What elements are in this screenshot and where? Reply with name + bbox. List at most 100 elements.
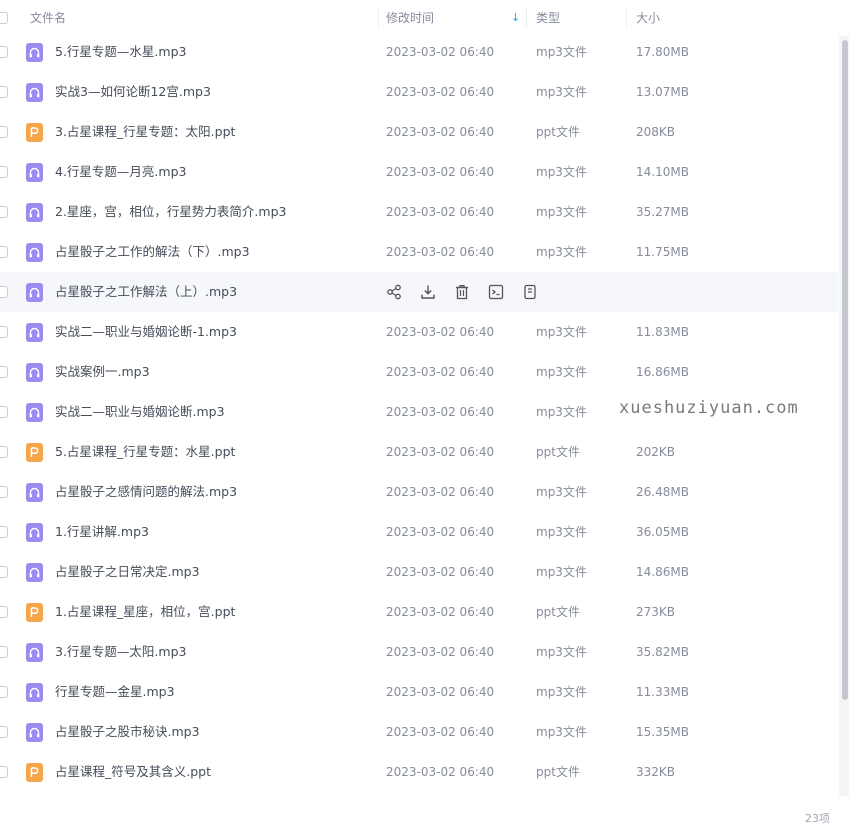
audio-file-icon	[26, 43, 43, 62]
delete-icon[interactable]	[452, 282, 472, 302]
file-size: 11.33MB	[636, 685, 689, 699]
column-header-name[interactable]: 文件名	[30, 10, 66, 26]
audio-file-icon	[26, 403, 43, 422]
file-row[interactable]: 行星专题—金星.mp3 2023-03-02 06:40 mp3文件 11.33MB	[0, 672, 838, 712]
share-icon[interactable]	[384, 282, 404, 302]
file-type: mp3文件	[536, 405, 587, 419]
file-type: mp3文件	[536, 205, 587, 219]
audio-file-icon	[26, 283, 43, 302]
row-checkbox[interactable]	[0, 566, 8, 578]
row-checkbox[interactable]	[0, 726, 8, 738]
file-type: ppt文件	[536, 605, 580, 619]
file-modified-time: 2023-03-02 06:40	[386, 45, 495, 59]
row-checkbox[interactable]	[0, 766, 8, 778]
row-checkbox[interactable]	[0, 286, 8, 298]
file-row[interactable]: 3.占星课程_行星专题：太阳.ppt 2023-03-02 06:40 ppt文件 2…	[0, 112, 838, 152]
row-checkbox[interactable]	[0, 246, 8, 258]
row-checkbox[interactable]	[0, 326, 8, 338]
file-row[interactable]: 4.行星专题—月亮.mp3 2023-03-02 06:40 mp3文件 14.10M…	[0, 152, 838, 192]
column-header-time[interactable]: 修改时间	[386, 10, 434, 26]
file-size: 26.48MB	[636, 485, 689, 499]
file-row[interactable]: 实战3—如何论断12宫.mp3 2023-03-02 06:40 mp3文件 13.0…	[0, 72, 838, 112]
row-checkbox[interactable]	[0, 166, 8, 178]
file-modified-time: 2023-03-02 06:40	[386, 325, 495, 339]
file-size: 11.75MB	[636, 245, 689, 259]
file-modified-time: 2023-03-02 06:40	[386, 765, 495, 779]
file-name[interactable]: 1.行星讲解.mp3	[55, 524, 149, 540]
row-checkbox[interactable]	[0, 606, 8, 618]
file-type: mp3文件	[536, 725, 587, 739]
file-name[interactable]: 实战二—职业与婚姻论断-1.mp3	[55, 324, 237, 340]
ppt-file-icon	[26, 123, 43, 142]
file-row[interactable]: 占星骰子之工作的解法（下）.mp3 2023-03-02 06:40 mp3文件 11…	[0, 232, 838, 272]
row-checkbox[interactable]	[0, 406, 8, 418]
file-name[interactable]: 4.行星专题—月亮.mp3	[55, 164, 186, 180]
file-type: mp3文件	[536, 485, 587, 499]
file-name[interactable]: 5.行星专题—水星.mp3	[55, 44, 186, 60]
file-name[interactable]: 3.占星课程_行星专题：太阳.ppt	[55, 124, 235, 140]
file-row[interactable]: 1.行星讲解.mp3 2023-03-02 06:40 mp3文件 36.05MB	[0, 512, 838, 552]
row-checkbox[interactable]	[0, 646, 8, 658]
file-name[interactable]: 占星骰子之日常决定.mp3	[55, 564, 200, 580]
column-header-type[interactable]: 类型	[536, 10, 560, 26]
row-checkbox[interactable]	[0, 446, 8, 458]
audio-file-icon	[26, 363, 43, 382]
move-icon[interactable]	[486, 282, 506, 302]
scrollbar-thumb[interactable]	[842, 40, 848, 700]
file-name[interactable]: 2.星座，宫，相位，行星势力表简介.mp3	[55, 204, 286, 220]
file-name[interactable]: 实战二—职业与婚姻论断.mp3	[55, 404, 225, 420]
file-row[interactable]: 占星骰子之感情问题的解法.mp3 2023-03-02 06:40 mp3文件 26.…	[0, 472, 838, 512]
row-checkbox[interactable]	[0, 686, 8, 698]
file-row[interactable]: 3.行星专题—太阳.mp3 2023-03-02 06:40 mp3文件 35.82M…	[0, 632, 838, 672]
file-row[interactable]: 5.占星课程_行星专题：水星.ppt 2023-03-02 06:40 ppt文件 2…	[0, 432, 838, 472]
file-row[interactable]: 占星骰子之工作解法（上）.mp3	[0, 272, 838, 312]
file-row[interactable]: 占星骰子之股市秘诀.mp3 2023-03-02 06:40 mp3文件 15.35M…	[0, 712, 838, 752]
file-row[interactable]: 2.星座，宫，相位，行星势力表简介.mp3 2023-03-02 06:40 mp3…	[0, 192, 838, 232]
file-name[interactable]: 实战案例一.mp3	[55, 364, 150, 380]
file-size: 11.83MB	[636, 325, 689, 339]
download-icon[interactable]	[418, 282, 438, 302]
file-row[interactable]: 实战二—职业与婚姻论断-1.mp3 2023-03-02 06:40 mp3文件 11…	[0, 312, 838, 352]
file-size: 273KB	[636, 605, 676, 619]
file-name[interactable]: 占星骰子之股市秘诀.mp3	[55, 724, 200, 740]
audio-file-icon	[26, 683, 43, 702]
file-name[interactable]: 占星课程_符号及其含义.ppt	[55, 764, 211, 780]
file-name[interactable]: 3.行星专题—太阳.mp3	[55, 644, 186, 660]
sort-descending-icon[interactable]: ↓	[511, 10, 520, 26]
watermark-text: xueshuziyuan.com	[619, 398, 799, 418]
row-checkbox[interactable]	[0, 206, 8, 218]
file-modified-time: 2023-03-02 06:40	[386, 525, 495, 539]
file-size: 36.05MB	[636, 525, 689, 539]
file-name[interactable]: 1.占星课程_星座，相位，宫.ppt	[55, 604, 235, 620]
file-row[interactable]: 占星课程_符号及其含义.ppt 2023-03-02 06:40 ppt文件 332K…	[0, 752, 838, 792]
audio-file-icon	[26, 203, 43, 222]
row-checkbox[interactable]	[0, 86, 8, 98]
select-all-checkbox[interactable]	[0, 12, 8, 24]
file-row[interactable]: 1.占星课程_星座，相位，宫.ppt 2023-03-02 06:40 ppt文件 2…	[0, 592, 838, 632]
file-row[interactable]: 5.行星专题—水星.mp3 2023-03-02 06:40 mp3文件 17.80M…	[0, 32, 838, 72]
file-type: mp3文件	[536, 325, 587, 339]
file-name[interactable]: 占星骰子之工作的解法（下）.mp3	[55, 244, 250, 260]
file-size: 14.10MB	[636, 165, 689, 179]
file-row[interactable]: 实战案例一.mp3 2023-03-02 06:40 mp3文件 16.86MB	[0, 352, 838, 392]
audio-file-icon	[26, 563, 43, 582]
row-checkbox[interactable]	[0, 366, 8, 378]
ppt-file-icon	[26, 763, 43, 782]
row-checkbox[interactable]	[0, 46, 8, 58]
file-type: mp3文件	[536, 165, 587, 179]
column-divider	[526, 7, 527, 27]
row-checkbox[interactable]	[0, 526, 8, 538]
file-name[interactable]: 占星骰子之工作解法（上）.mp3	[55, 284, 237, 300]
file-size: 35.82MB	[636, 645, 689, 659]
file-row[interactable]: 占星骰子之日常决定.mp3 2023-03-02 06:40 mp3文件 14.86M…	[0, 552, 838, 592]
file-name[interactable]: 行星专题—金星.mp3	[55, 684, 175, 700]
audio-file-icon	[26, 483, 43, 502]
copy-icon[interactable]	[520, 282, 540, 302]
row-checkbox[interactable]	[0, 126, 8, 138]
row-checkbox[interactable]	[0, 486, 8, 498]
file-name[interactable]: 实战3—如何论断12宫.mp3	[55, 84, 211, 100]
file-name[interactable]: 5.占星课程_行星专题：水星.ppt	[55, 444, 235, 460]
file-name[interactable]: 占星骰子之感情问题的解法.mp3	[55, 484, 237, 500]
file-type: mp3文件	[536, 245, 587, 259]
column-header-size[interactable]: 大小	[636, 10, 660, 26]
